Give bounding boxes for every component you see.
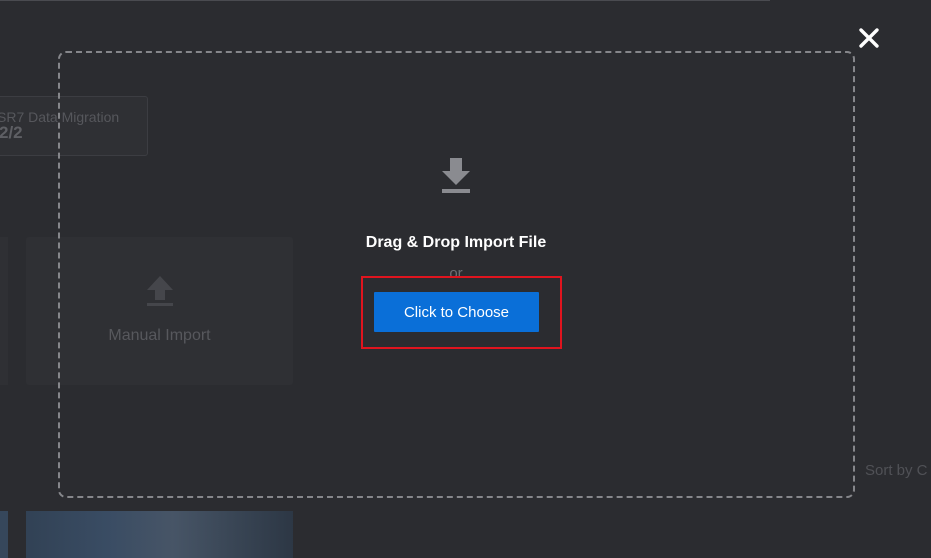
sort-label: Sort by C (865, 462, 928, 479)
migration-card-value: 2/2 (0, 123, 23, 142)
download-icon (442, 158, 470, 193)
tile-partial (0, 237, 8, 385)
close-icon[interactable] (856, 25, 882, 51)
thumbnail-image (26, 511, 293, 558)
top-divider (0, 0, 770, 1)
dropzone-title: Drag & Drop Import File (365, 234, 547, 251)
click-to-choose-button[interactable]: Click to Choose (374, 292, 539, 332)
thumbnail-partial (0, 511, 8, 558)
